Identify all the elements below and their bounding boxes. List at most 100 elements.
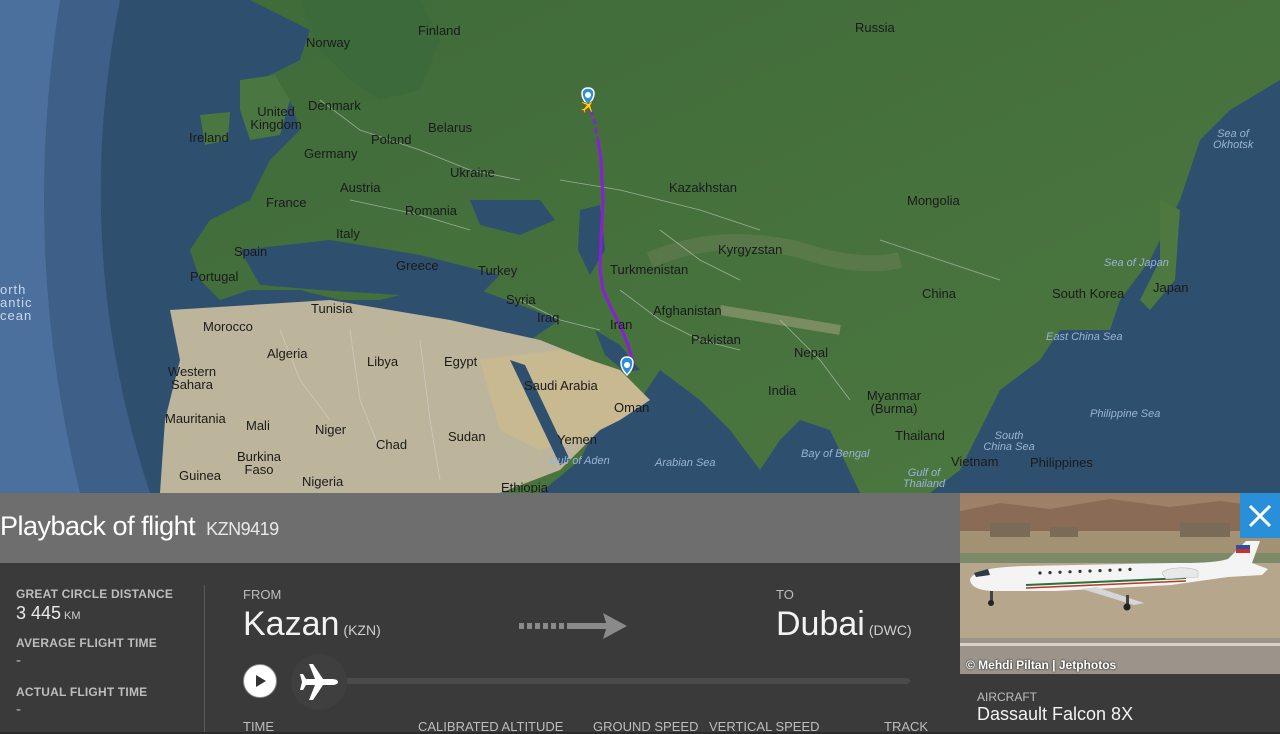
map-label: Romania (405, 203, 458, 218)
map-label: Philippines (1030, 455, 1093, 470)
map-label: Spain (234, 244, 268, 259)
sea-label: Sea of Okhotsk (1213, 128, 1254, 151)
aircraft-info: AIRCRAFT Dassault Falcon 8X (960, 674, 1280, 732)
avg-time-label: AVERAGE FLIGHT TIME (16, 636, 157, 650)
map-label: India (768, 383, 797, 398)
distance-value: 3 445 (16, 603, 62, 623)
map-label: Austria (340, 180, 381, 195)
map-label: Mali (246, 418, 270, 433)
flight-playback-panel: Playback of flight KZN9419 GREAT CIRCLE … (0, 493, 960, 734)
panel-title: Playback of flight KZN9419 (0, 511, 279, 542)
map-label: Turkey (478, 263, 518, 278)
to-airport[interactable]: Dubai (DWC) (776, 605, 912, 644)
to-city: Dubai (776, 605, 865, 643)
from-airport[interactable]: Kazan (KZN) (243, 605, 381, 644)
map-label: Belarus (428, 120, 473, 135)
map-label: Ireland (189, 130, 229, 145)
map-label: Poland (371, 132, 412, 147)
map-label: Algeria (267, 346, 308, 361)
aircraft-label: AIRCRAFT (977, 690, 1037, 704)
map-label: Oman (614, 400, 650, 415)
map-label: Finland (418, 23, 461, 38)
panel-title-text: Playback of flight (0, 511, 196, 541)
avg-time-stat: AVERAGE FLIGHT TIME - (16, 636, 196, 685)
map-label: Portugal (190, 269, 239, 284)
map-label: Mauritania (165, 411, 226, 426)
map-label: Vietnam (951, 454, 999, 469)
actual-time-stat: ACTUAL FLIGHT TIME - (16, 685, 196, 734)
map-label: Egypt (444, 354, 478, 369)
map-label: Russia (855, 20, 895, 35)
sea-label: Philippine Sea (1090, 408, 1161, 420)
map-label: Syria (506, 292, 536, 307)
actual-time-value: - (16, 701, 21, 718)
map-label: Myanmar (Burma) (866, 388, 922, 416)
map-label: Morocco (203, 319, 253, 334)
map-label: Kyrgyzstan (718, 242, 783, 257)
aircraft-type: Dassault Falcon 8X (977, 704, 1134, 724)
aircraft-photo-image (960, 493, 1280, 674)
distance-label: GREAT CIRCLE DISTANCE (16, 587, 174, 601)
map-label: Denmark (308, 98, 361, 113)
map-label: Pakistan (691, 332, 741, 347)
play-icon (256, 675, 266, 687)
map-label: United Kingdom (250, 104, 302, 132)
distance-stat: GREAT CIRCLE DISTANCE 3 445 KM (16, 587, 196, 636)
sea-label: South China Sea (983, 430, 1035, 453)
sea-label: Arabian Sea (655, 457, 716, 469)
close-icon (1248, 504, 1272, 527)
from-label: FROM (243, 587, 282, 602)
map-label: Guinea (179, 468, 221, 483)
sea-label: East China Sea (1046, 331, 1123, 343)
map-label: Iran (610, 317, 633, 332)
from-code: (KZN) (343, 622, 381, 638)
ocean-label: orth antic cean (0, 282, 33, 323)
sea-label: Bay of Bengal (801, 448, 870, 460)
map-label: Kazakhstan (669, 180, 737, 195)
destination-marker[interactable] (620, 356, 634, 377)
stats-divider (204, 585, 205, 732)
map-label: Ethiopia (501, 480, 548, 493)
map-label: Germany (304, 146, 358, 161)
map-label: Libya (367, 354, 399, 369)
map-label: Nigeria (302, 474, 344, 489)
map-label: Norway (306, 35, 351, 50)
map-label: Chad (376, 437, 408, 452)
map-label: Nepal (794, 345, 828, 360)
map-label: Thailand (895, 428, 945, 443)
map-label: Yemen (557, 432, 597, 447)
to-label: TO (776, 587, 794, 602)
distance-unit: KM (64, 610, 81, 622)
map-label: Burkina Faso (236, 449, 282, 477)
map-label: Ukraine (450, 165, 495, 180)
timeline-handle[interactable] (291, 654, 347, 710)
aircraft-photo[interactable]: © Mehdi Piltan | Jetphotos (960, 493, 1280, 674)
map-label: Italy (336, 226, 360, 241)
map-label: Tunisia (311, 301, 353, 316)
photo-credit[interactable]: © Mehdi Piltan | Jetphotos (966, 658, 1116, 672)
airplane-icon (300, 664, 338, 700)
map-label: Western Sahara (167, 364, 217, 392)
avg-time-value: - (16, 652, 21, 669)
flight-map[interactable]: Russia Finland Norway Denmark United Kin… (0, 0, 1280, 493)
map-label: Iraq (537, 310, 560, 325)
sea-label: Sea of Japan (1104, 257, 1169, 269)
actual-time-label: ACTUAL FLIGHT TIME (16, 685, 148, 699)
panel-header: Playback of flight KZN9419 (0, 493, 960, 563)
map-label: Greece (396, 258, 439, 273)
map-label: China (922, 286, 956, 301)
map-label: Japan (1153, 280, 1189, 295)
close-button[interactable] (1240, 493, 1280, 538)
to-code: (DWC) (868, 622, 912, 638)
from-city: Kazan (243, 605, 340, 643)
map-label: Saudi Arabia (524, 378, 598, 393)
flight-number: KZN9419 (206, 519, 279, 539)
map-label: Sudan (448, 429, 486, 444)
flight-stats: GREAT CIRCLE DISTANCE 3 445 KM AVERAGE FL… (16, 587, 196, 734)
map-label: Afghanistan (653, 303, 722, 318)
map-label: South Korea (1052, 286, 1125, 301)
playback-timeline[interactable] (320, 678, 910, 684)
map-label: France (266, 195, 307, 210)
play-button[interactable] (243, 664, 277, 698)
sea-label: Gulf of Aden (549, 455, 610, 467)
